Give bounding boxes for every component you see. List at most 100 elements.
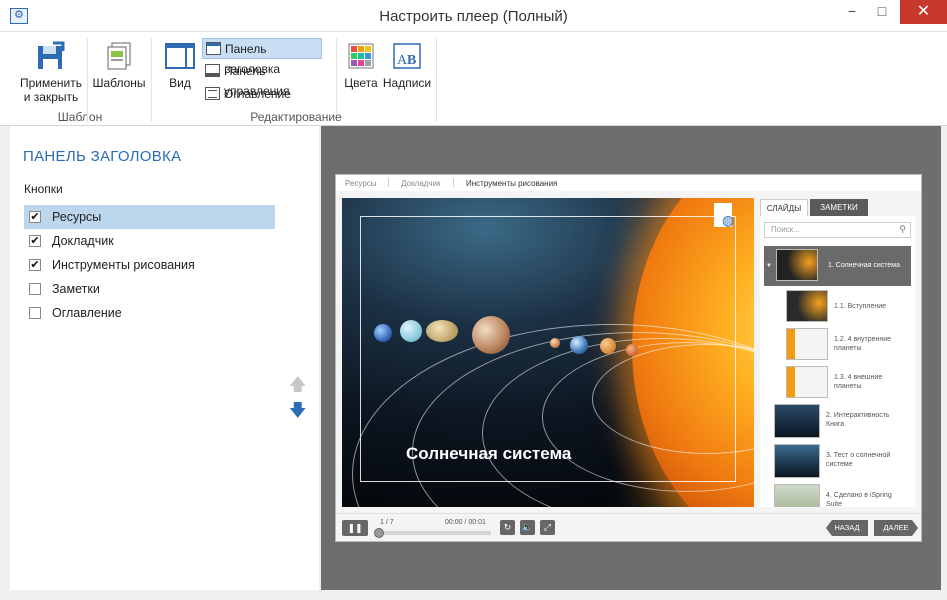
checkbox-checked[interactable]: ✔ <box>29 235 41 247</box>
replay-icon[interactable]: ↻ <box>500 520 515 535</box>
progress-track[interactable] <box>376 531 491 535</box>
planet-uranus <box>400 320 422 342</box>
tab-slides[interactable]: СЛАЙДЫ <box>760 199 808 216</box>
player-tab-presenter[interactable]: Докладчик <box>401 179 440 188</box>
player-header-bar: Ресурсы Докладчик Инструменты рисования <box>336 175 921 191</box>
header-panel-button[interactable]: Панель заголовка <box>202 38 322 76</box>
checkbox-unchecked[interactable] <box>29 307 41 319</box>
player-tab-resources[interactable]: Ресурсы <box>345 179 377 188</box>
button-option-row[interactable]: Заметки <box>24 277 275 301</box>
control-panel-button[interactable]: Панель управления <box>202 61 328 98</box>
volume-icon[interactable]: 🔈 <box>520 520 535 535</box>
toc-item-7[interactable]: 4. Сделано в iSpring Suite <box>774 482 911 507</box>
templates-label: Шаблоны <box>92 76 146 90</box>
time-label: 00:00 / 00:01 <box>445 519 486 526</box>
ribbon: Применить и закрыть Шаблоны Шаблон Вид П… <box>0 32 947 126</box>
toc-item-label: 2. Интерактивность Книга <box>826 412 890 428</box>
toc-item-label: 3. Тест о солнечной системе <box>826 452 891 468</box>
toc-button[interactable]: Оглавление <box>202 84 328 105</box>
group-editing-label: Редактирование <box>250 110 342 124</box>
slide-thumbnail <box>774 404 820 438</box>
slide-thumbnail <box>774 444 820 478</box>
buttons-section-title: Кнопки <box>24 182 63 196</box>
toc-item-3[interactable]: 1.2. 4 внутренние планеты <box>786 326 911 366</box>
color-palette-icon <box>348 43 374 69</box>
toc-item-4[interactable]: 1.3. 4 внешние планеты <box>786 364 911 404</box>
button-option-row[interactable]: Оглавление <box>24 301 275 325</box>
pause-button[interactable]: ❚❚ <box>342 520 368 536</box>
player-preview-area: Ресурсы Докладчик Инструменты рисования <box>321 126 941 590</box>
ribbon-separator <box>151 38 152 122</box>
toc-item-label: 1.3. 4 внешние планеты <box>834 374 883 390</box>
apply-label-2: и закрыть <box>23 90 79 104</box>
toc-item-5[interactable]: 2. Интерактивность Книга <box>774 402 911 442</box>
captions-button[interactable]: A B Надписи <box>382 40 432 90</box>
slide-counter: 1 / 7 <box>380 519 394 526</box>
view-layout-icon <box>165 43 195 69</box>
move-down-arrow-icon[interactable]: 🡇 <box>289 398 306 427</box>
panel-title: ПАНЕЛЬ ЗАГОЛОВКА <box>23 148 182 165</box>
group-template-label: Шаблон <box>57 110 103 124</box>
toc-item-label: 1.1. Вступление <box>834 303 887 310</box>
checkbox-checked[interactable]: ✔ <box>29 211 41 223</box>
toc-icon <box>205 87 220 100</box>
toc-item-label: 4. Сделано в iSpring Suite <box>826 492 892 507</box>
next-button[interactable]: ДАЛЕЕ <box>874 520 918 536</box>
button-option-row[interactable]: ✔ Докладчик <box>24 229 275 253</box>
prev-button[interactable]: НАЗАД <box>826 520 868 536</box>
slide-thumbnail <box>786 366 828 398</box>
planet-jupiter <box>472 316 510 354</box>
planet-mars <box>550 338 560 348</box>
toc-label: Оглавление <box>224 87 291 101</box>
ribbon-separator <box>87 38 88 122</box>
templates-button[interactable]: Шаблоны <box>90 40 148 90</box>
checkbox-unchecked[interactable] <box>29 283 41 295</box>
sidebar-search-input[interactable]: Поиск... ⚲ <box>764 222 911 238</box>
captions-label: Надписи <box>382 76 432 90</box>
slide-thumbnail <box>774 484 820 507</box>
planet-venus <box>600 338 616 354</box>
option-label: Докладчик <box>52 234 114 248</box>
slide-canvas: Солнечная система <box>342 198 754 507</box>
apply-and-close-button[interactable]: Применить и закрыть <box>16 40 86 104</box>
colors-button[interactable]: Цвета <box>343 40 379 90</box>
web-object-icon[interactable] <box>714 203 734 229</box>
button-option-row[interactable]: ✔ Инструменты рисования <box>24 253 275 277</box>
planet-saturn <box>426 320 458 342</box>
option-label: Оглавление <box>52 306 122 320</box>
tab-notes[interactable]: ЗАМЕТКИ <box>810 199 868 216</box>
planet-mercury <box>626 344 638 356</box>
toc-item-6[interactable]: 3. Тест о солнечной системе <box>774 442 911 482</box>
progress-knob[interactable] <box>374 528 384 538</box>
player-controls: ❚❚ 1 / 7 00:00 / 00:01 ↻ 🔈 ⤢ НАЗАД ДАЛЕЕ <box>336 513 921 541</box>
planet-earth <box>570 336 588 354</box>
view-button[interactable]: Вид <box>160 40 200 90</box>
close-button[interactable]: ✕ <box>900 0 947 24</box>
button-option-row[interactable]: ✔ Ресурсы <box>24 205 275 229</box>
colors-label: Цвета <box>344 76 378 90</box>
slide-title: Солнечная система <box>406 444 572 463</box>
save-apply-icon <box>38 41 65 69</box>
settings-panel: ПАНЕЛЬ ЗАГОЛОВКА Кнопки ✔ Ресурсы ✔ Докладч… <box>10 126 319 590</box>
slide-thumbnail <box>776 249 818 281</box>
toc-item-2[interactable]: 1.1. Вступление <box>786 288 911 328</box>
toc-item-label: 1.2. 4 внутренние планеты <box>834 336 892 352</box>
maximize-button[interactable]: □ <box>862 0 902 24</box>
move-up-arrow-icon[interactable]: 🡅 <box>289 372 306 401</box>
view-label: Вид <box>169 76 191 90</box>
fullscreen-icon[interactable]: ⤢ <box>540 520 555 535</box>
player-tab-drawing-tools[interactable]: Инструменты рисования <box>466 179 557 188</box>
option-label: Заметки <box>52 282 100 296</box>
toc-item-1[interactable]: ▼ 1. Солнечная система <box>764 246 911 286</box>
checkbox-checked[interactable]: ✔ <box>29 259 41 271</box>
svg-text:B: B <box>407 53 416 68</box>
control-panel-icon <box>205 64 220 77</box>
slide-frame <box>360 216 736 482</box>
tab-divider <box>453 178 454 187</box>
captions-text-icon: A B <box>393 43 421 69</box>
collapse-arrow-icon: ▼ <box>766 263 772 269</box>
player-sidebar: СЛАЙДЫ ЗАМЕТКИ Поиск... ⚲ ▼ 1. Солнечная… <box>760 198 915 507</box>
toc-item-label: 1. Солнечная система <box>828 262 900 269</box>
tab-divider <box>388 178 389 187</box>
title-bar: Настроить плеер (Полный) − □ ✕ <box>0 0 947 32</box>
